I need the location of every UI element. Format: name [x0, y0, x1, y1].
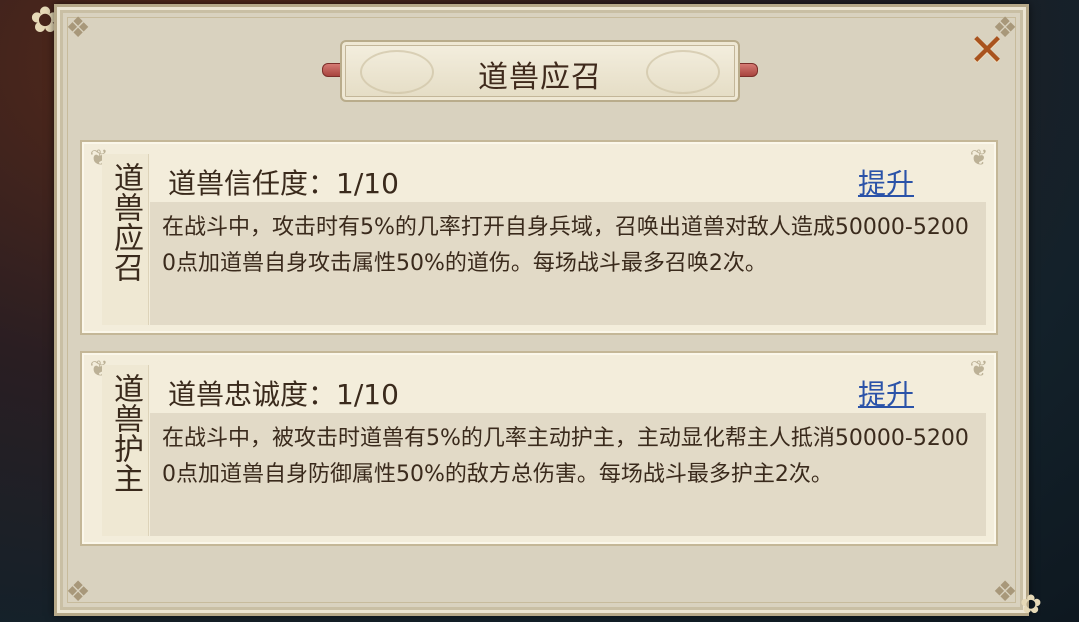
corner-ornament-icon: ❖ — [992, 575, 1018, 608]
loyalty-level-heading: 道兽忠诚度：1/10 — [168, 378, 399, 411]
page-title: 道兽应召 — [478, 60, 602, 95]
panel-tab-label: 道兽应召 — [108, 162, 143, 282]
trust-level-heading: 道兽信任度：1/10 — [168, 167, 399, 200]
panel-corner-icon: ❦ — [969, 357, 989, 382]
skill-description: 在战斗中，被攻击时道兽有5%的几率主动护主，主动显化帮主人抵消50000-520… — [162, 426, 969, 487]
upgrade-trust-link[interactable]: 提升 — [858, 162, 914, 202]
background-swirl-decoration: ✿ — [1020, 590, 1042, 620]
skill-panel-protect: ❦ ❦ 道兽护主 道兽忠诚度：1/10 提升 在战斗中，被攻击时道兽有5%的几率… — [80, 351, 998, 546]
title-banner: 道兽应召 — [322, 40, 758, 102]
panel-tab: 道兽应召 — [102, 154, 149, 325]
close-icon[interactable]: ✕ — [969, 25, 1006, 76]
corner-ornament-icon: ❖ — [65, 11, 91, 44]
close-button[interactable]: ✕ — [966, 29, 1008, 73]
corner-ornament-icon: ❖ — [65, 575, 91, 608]
skill-panel-summon: ❦ ❦ 道兽应召 道兽信任度：1/10 提升 在战斗中，攻击时有5%的几率打开自… — [80, 140, 998, 335]
panel-corner-icon: ❦ — [969, 146, 989, 171]
upgrade-loyalty-link[interactable]: 提升 — [858, 373, 914, 413]
panel-tab-label: 道兽护主 — [108, 373, 143, 493]
panel-tab: 道兽护主 — [102, 365, 149, 536]
skill-description: 在战斗中，攻击时有5%的几率打开自身兵域，召唤出道兽对敌人造成50000-520… — [162, 215, 969, 276]
